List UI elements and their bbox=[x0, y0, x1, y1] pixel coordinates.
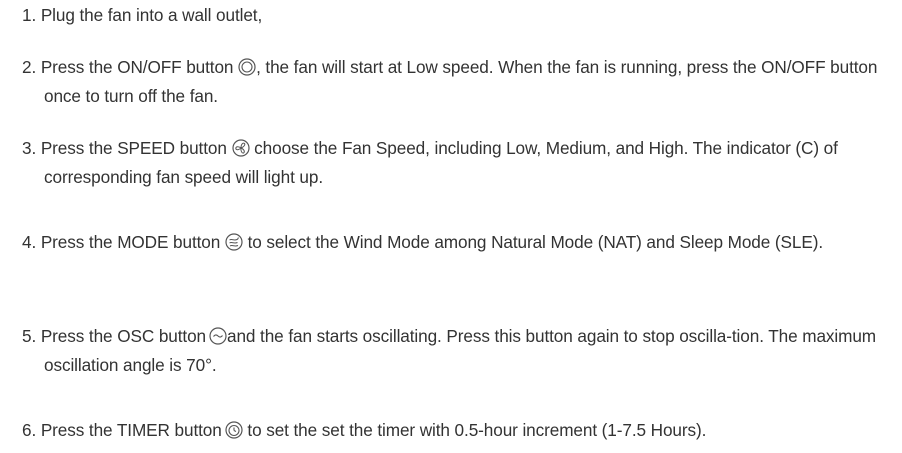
oscillation-icon bbox=[209, 327, 227, 345]
step-5: 5. Press the OSC button and the fan start… bbox=[22, 322, 894, 380]
step-number: 4. bbox=[22, 232, 37, 252]
step-text-after: to select the Wind Mode among Natural Mo… bbox=[242, 232, 824, 252]
fan-speed-icon bbox=[231, 139, 250, 157]
step-text-before: Press the OSC button bbox=[36, 326, 206, 346]
step-number: 2. bbox=[22, 57, 37, 77]
power-button-icon bbox=[238, 58, 256, 76]
step-2: 2. Press the ON/OFF button , the fan wil… bbox=[22, 53, 894, 111]
step-text: Plug the fan into a wall outlet, bbox=[36, 5, 263, 25]
step-4: 4. Press the MODE button to select the W… bbox=[22, 228, 894, 257]
step-number: 1. bbox=[22, 5, 37, 25]
step-text-before: Press the TIMER button bbox=[36, 420, 222, 440]
step-number: 6. bbox=[22, 420, 37, 440]
step-6: 6. Press the TIMER button to set the set… bbox=[22, 416, 894, 445]
timer-icon bbox=[225, 421, 243, 439]
step-text-before: Press the MODE button bbox=[36, 232, 225, 252]
instruction-document: 1. Plug the fan into a wall outlet, 2. P… bbox=[0, 0, 902, 453]
step-text-after: to set the set the timer with 0.5-hour i… bbox=[242, 420, 707, 440]
step-text-before: Press the ON/OFF button bbox=[36, 57, 239, 77]
step-number: 3. bbox=[22, 138, 37, 158]
step-text-before: Press the SPEED button bbox=[36, 138, 232, 158]
wind-mode-icon bbox=[225, 233, 243, 251]
step-3: 3. Press the SPEED button choose the Fan… bbox=[22, 134, 894, 192]
step-1: 1. Plug the fan into a wall outlet, bbox=[22, 1, 894, 30]
step-number: 5. bbox=[22, 326, 37, 346]
